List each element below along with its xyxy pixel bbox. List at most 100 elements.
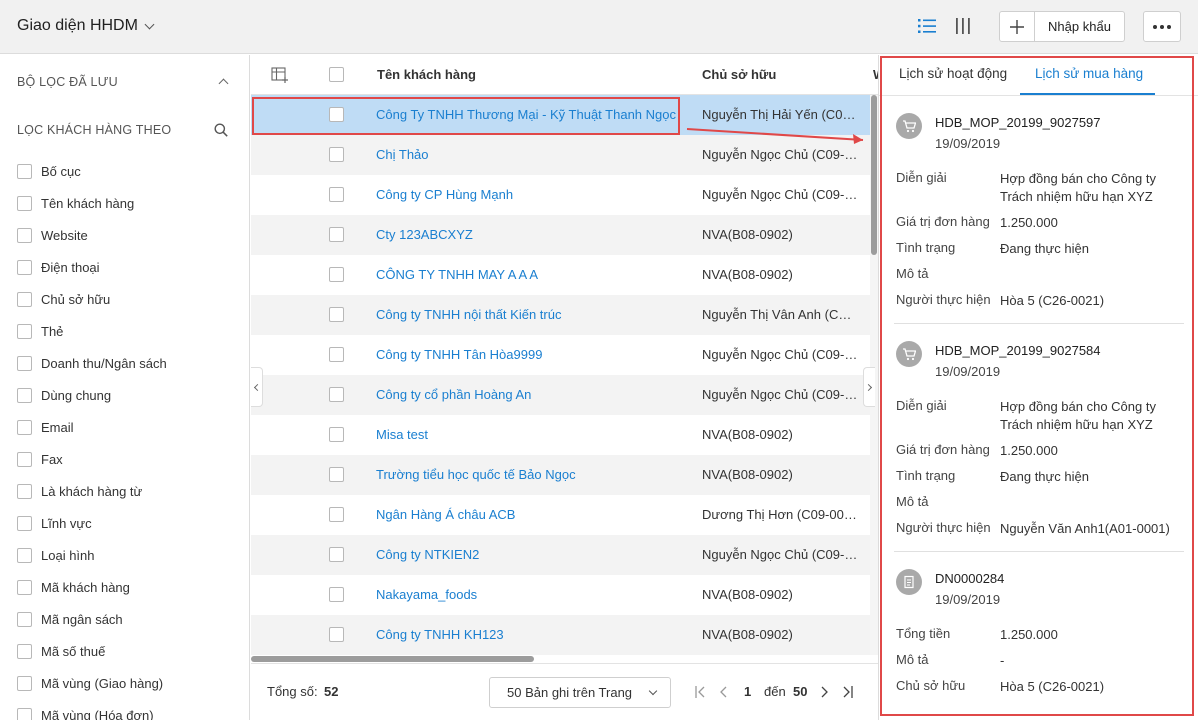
filter-checkbox[interactable] [17,547,32,563]
collapse-panel-button[interactable] [863,367,875,407]
filter-item[interactable]: Thẻ [17,315,167,347]
table-row[interactable]: Công ty TNHH nội thất Kiến trúc Nguyễn Th… [251,295,871,335]
purchase-card[interactable]: HDB_MOP_20199_9027584 19/09/2019 Diễn giải… [894,324,1184,552]
customer-name-link[interactable]: Công ty TNHH nội thất Kiến trúc [376,307,561,322]
table-row[interactable]: Nakayama_foods NVA(B08-0902) [251,575,871,615]
customer-name-link[interactable]: Công ty TNHH Tân Hòa9999 [376,347,542,362]
table-row[interactable]: Ngân Hàng Á châu ACB Dương Thị Hơn (C09-0… [251,495,871,535]
row-checkbox[interactable] [329,387,344,402]
tab-purchase-history[interactable]: Lịch sử mua hàng [1035,66,1143,81]
row-checkbox[interactable] [329,587,344,602]
filter-checkbox[interactable] [17,451,32,467]
previous-page-icon[interactable] [718,685,730,699]
customer-name-link[interactable]: Nakayama_foods [376,587,477,602]
tab-activity-history[interactable]: Lịch sử hoạt động [899,66,1007,81]
order-code[interactable]: HDB_MOP_20199_9027597 [935,115,1101,130]
filter-item[interactable]: Dùng chung [17,379,167,411]
filter-checkbox[interactable] [17,579,32,595]
list-view-icon[interactable] [917,16,937,36]
customer-name-link[interactable]: Công ty TNHH KH123 [376,627,504,642]
filter-checkbox[interactable] [17,675,32,691]
filter-item[interactable]: Mã số thuế [17,635,167,667]
filter-item[interactable]: Email [17,411,167,443]
order-code[interactable]: DN0000284 [935,571,1004,586]
table-row[interactable]: Công ty NTKIEN2 Nguyễn Ngọc Chủ (C09-0... [251,535,871,575]
filter-checkbox[interactable] [17,611,32,627]
filter-item[interactable]: Website [17,219,167,251]
more-options-button[interactable] [1143,11,1181,42]
row-checkbox[interactable] [329,267,344,282]
filter-item[interactable]: Mã khách hàng [17,571,167,603]
filter-checkbox[interactable] [17,515,32,531]
row-checkbox[interactable] [329,187,344,202]
filter-item[interactable]: Điện thoại [17,251,167,283]
table-row[interactable]: Công ty CP Hùng Mạnh Nguyễn Ngọc Chủ (C09… [251,175,871,215]
table-row[interactable]: Công ty TNHH KH123 NVA(B08-0902) [251,615,871,655]
scroll-thumb[interactable] [251,656,534,662]
import-button[interactable]: Nhập khẩu [1035,12,1124,41]
customer-name-link[interactable]: Công ty CP Hùng Mạnh [376,187,513,202]
filter-checkbox[interactable] [17,355,32,371]
filter-checkbox[interactable] [17,483,32,499]
search-icon[interactable] [214,123,228,137]
filter-item[interactable]: Doanh thu/Ngân sách [17,347,167,379]
filter-item[interactable]: Mã vùng (Hóa đơn) [17,699,167,720]
select-all-checkbox[interactable] [329,67,344,82]
customer-name-link[interactable]: CÔNG TY TNHH MAY A A A [376,267,538,282]
filter-item[interactable]: Là khách hàng từ [17,475,167,507]
customer-name-link[interactable]: Chị Thảo [376,147,429,162]
customer-name-link[interactable]: Công ty NTKIEN2 [376,547,479,562]
filter-item[interactable]: Bố cục [17,155,167,187]
row-checkbox[interactable] [329,507,344,522]
collapse-sidebar-button[interactable] [251,367,263,407]
column-header-name[interactable]: Tên khách hàng [377,67,476,82]
filter-checkbox[interactable] [17,707,32,720]
table-row[interactable]: Misa test NVA(B08-0902) [251,415,871,455]
filter-item[interactable]: Lĩnh vực [17,507,167,539]
row-checkbox[interactable] [329,627,344,642]
purchase-card[interactable]: DN0000284 19/09/2019 Tổng tiền 1.250.000 Mô … [894,552,1184,710]
purchase-card[interactable]: HDB_MOP_20199_9027597 19/09/2019 Diễn giải… [894,96,1184,324]
filter-item[interactable]: Tên khách hàng [17,187,167,219]
filter-item[interactable]: Fax [17,443,167,475]
filter-item[interactable]: Chủ sở hữu [17,283,167,315]
table-row[interactable]: Công ty cổ phần Hoàng An Nguyễn Ngọc Chủ … [251,375,871,415]
customer-name-link[interactable]: Trường tiểu học quốc tế Bảo Ngọc [376,467,576,482]
table-row[interactable]: CÔNG TY TNHH MAY A A A NVA(B08-0902) [251,255,871,295]
table-row[interactable]: Trường tiểu học quốc tế Bảo Ngọc NVA(B08-… [251,455,871,495]
row-checkbox[interactable] [329,147,344,162]
column-settings-icon[interactable] [271,67,289,83]
next-page-icon[interactable] [818,685,830,699]
add-button[interactable] [1000,12,1035,41]
row-checkbox[interactable] [329,467,344,482]
table-row[interactable]: Cty 123ABCXYZ NVA(B08-0902) [251,215,871,255]
row-checkbox[interactable] [329,427,344,442]
first-page-icon[interactable] [694,685,706,699]
customer-name-link[interactable]: Misa test [376,427,428,442]
filter-checkbox[interactable] [17,419,32,435]
filter-checkbox[interactable] [17,259,32,275]
row-checkbox[interactable] [329,547,344,562]
filter-checkbox[interactable] [17,163,32,179]
customer-name-link[interactable]: Công ty cổ phần Hoàng An [376,387,531,402]
column-view-icon[interactable] [953,16,973,36]
filter-checkbox[interactable] [17,291,32,307]
order-code[interactable]: HDB_MOP_20199_9027584 [935,343,1101,358]
filter-item[interactable]: Mã ngân sách [17,603,167,635]
table-row[interactable]: Công ty TNHH Tân Hòa9999 Nguyễn Ngọc Chủ … [251,335,871,375]
row-checkbox[interactable] [329,347,344,362]
filter-checkbox[interactable] [17,227,32,243]
chevron-up-icon[interactable] [218,78,229,89]
page-size-select[interactable]: 50 Bản ghi trên Trang [489,677,671,708]
view-selector[interactable]: Giao diện HHDM [17,17,155,35]
filter-checkbox[interactable] [17,643,32,659]
filter-checkbox[interactable] [17,195,32,211]
filter-checkbox[interactable] [17,323,32,339]
horizontal-scrollbar[interactable] [251,655,871,663]
column-header-owner[interactable]: Chủ sở hữu [702,67,776,82]
row-checkbox[interactable] [329,227,344,242]
filter-item[interactable]: Mã vùng (Giao hàng) [17,667,167,699]
filter-item[interactable]: Loại hình [17,539,167,571]
customer-name-link[interactable]: Ngân Hàng Á châu ACB [376,507,515,522]
row-checkbox[interactable] [329,307,344,322]
